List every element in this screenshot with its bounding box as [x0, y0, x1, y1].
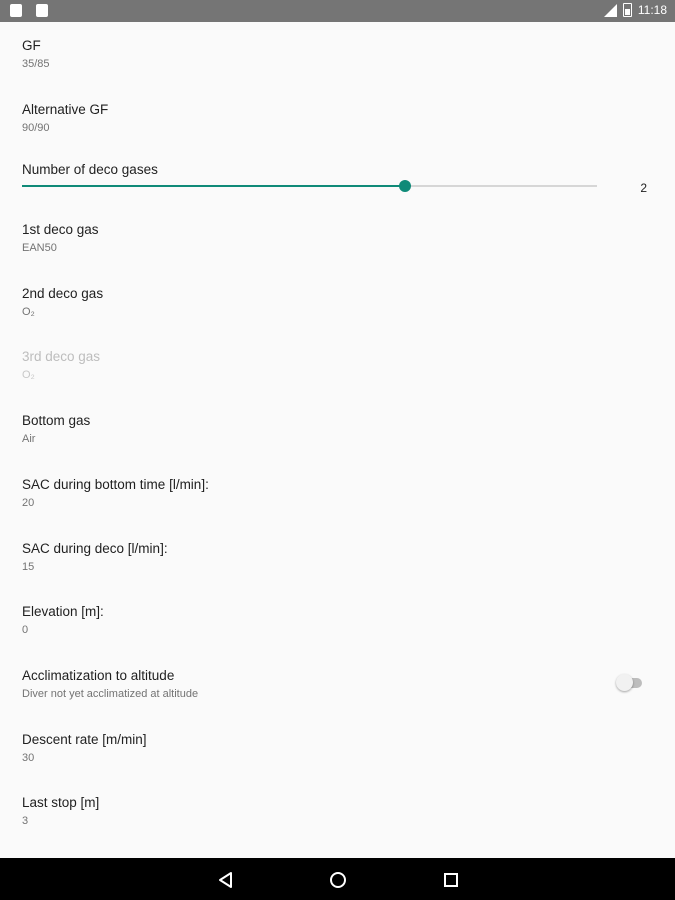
pref-title: Last stop [m]	[22, 795, 100, 810]
pref-title: 1st deco gas	[22, 222, 99, 237]
pref-summary: 15	[22, 561, 35, 573]
settings-list: GF 35/85 Alternative GF 90/90 Number of …	[0, 22, 675, 858]
status-time: 11:18	[637, 3, 667, 17]
slider-value: 2	[640, 181, 647, 195]
slider-fill	[22, 185, 406, 187]
pref-summary: 3	[22, 815, 29, 827]
notification-icon	[36, 4, 48, 17]
battery-icon	[622, 3, 632, 17]
pref-title: Bottom gas	[22, 413, 91, 428]
pref-title: Number of deco gases	[22, 162, 158, 177]
pref-sac-bottom[interactable]: SAC during bottom time [l/min]: 20	[22, 476, 653, 511]
pref-bottom-gas[interactable]: Bottom gas Air	[22, 412, 653, 447]
pref-title: Alternative GF	[22, 102, 109, 117]
pref-title: Elevation [m]:	[22, 604, 104, 619]
signal-icon	[603, 3, 617, 17]
pref-number-of-deco-gases: Number of deco gases	[22, 161, 653, 179]
pref-2nd-deco-gas[interactable]: 2nd deco gas O₂	[22, 285, 653, 320]
pref-title: Descent rate [m/min]	[22, 732, 147, 747]
pref-title: GF	[22, 38, 41, 53]
recents-icon[interactable]	[442, 871, 460, 889]
home-icon[interactable]	[329, 871, 347, 889]
status-system-icons: 11:18	[603, 3, 667, 17]
pref-descent-rate[interactable]: Descent rate [m/min] 30	[22, 731, 653, 766]
pref-gf[interactable]: GF 35/85	[22, 37, 653, 72]
pref-summary: 0	[22, 624, 29, 636]
pref-summary: 90/90	[22, 122, 50, 134]
pref-alternative-gf[interactable]: Alternative GF 90/90	[22, 101, 653, 136]
pref-title: Acclimatization to altitude	[22, 668, 175, 683]
slider-thumb[interactable]	[399, 180, 412, 192]
pref-summary: 30	[22, 752, 35, 764]
pref-title: SAC during deco [l/min]:	[22, 541, 168, 556]
pref-1st-deco-gas[interactable]: 1st deco gas EAN50	[22, 221, 653, 256]
pref-summary: O₂	[22, 369, 35, 381]
pref-title: 3rd deco gas	[22, 349, 101, 364]
pref-summary: Diver not yet acclimatized at altitude	[22, 688, 199, 700]
switch-thumb	[616, 674, 633, 691]
navigation-bar	[0, 858, 675, 900]
pref-summary: O₂	[22, 306, 35, 318]
pref-sac-deco[interactable]: SAC during deco [l/min]: 15	[22, 540, 653, 575]
pref-summary: 35/85	[22, 58, 50, 70]
pref-title: 2nd deco gas	[22, 286, 104, 301]
status-notifications	[10, 4, 48, 17]
pref-3rd-deco-gas: 3rd deco gas O₂	[22, 348, 653, 383]
pref-title: SAC during bottom time [l/min]:	[22, 477, 209, 492]
deco-gases-slider[interactable]	[22, 180, 597, 192]
pref-summary: 20	[22, 497, 35, 509]
notification-icon	[10, 4, 22, 17]
pref-summary: Air	[22, 433, 36, 445]
pref-summary: EAN50	[22, 242, 57, 254]
pref-elevation[interactable]: Elevation [m]: 0	[22, 603, 653, 638]
back-icon[interactable]	[217, 871, 235, 889]
pref-last-stop[interactable]: Last stop [m] 3	[22, 794, 653, 829]
status-bar: 11:18	[0, 0, 675, 22]
acclimatization-switch[interactable]	[616, 673, 644, 693]
pref-acclimatization[interactable]: Acclimatization to altitude Diver not ye…	[22, 667, 653, 702]
